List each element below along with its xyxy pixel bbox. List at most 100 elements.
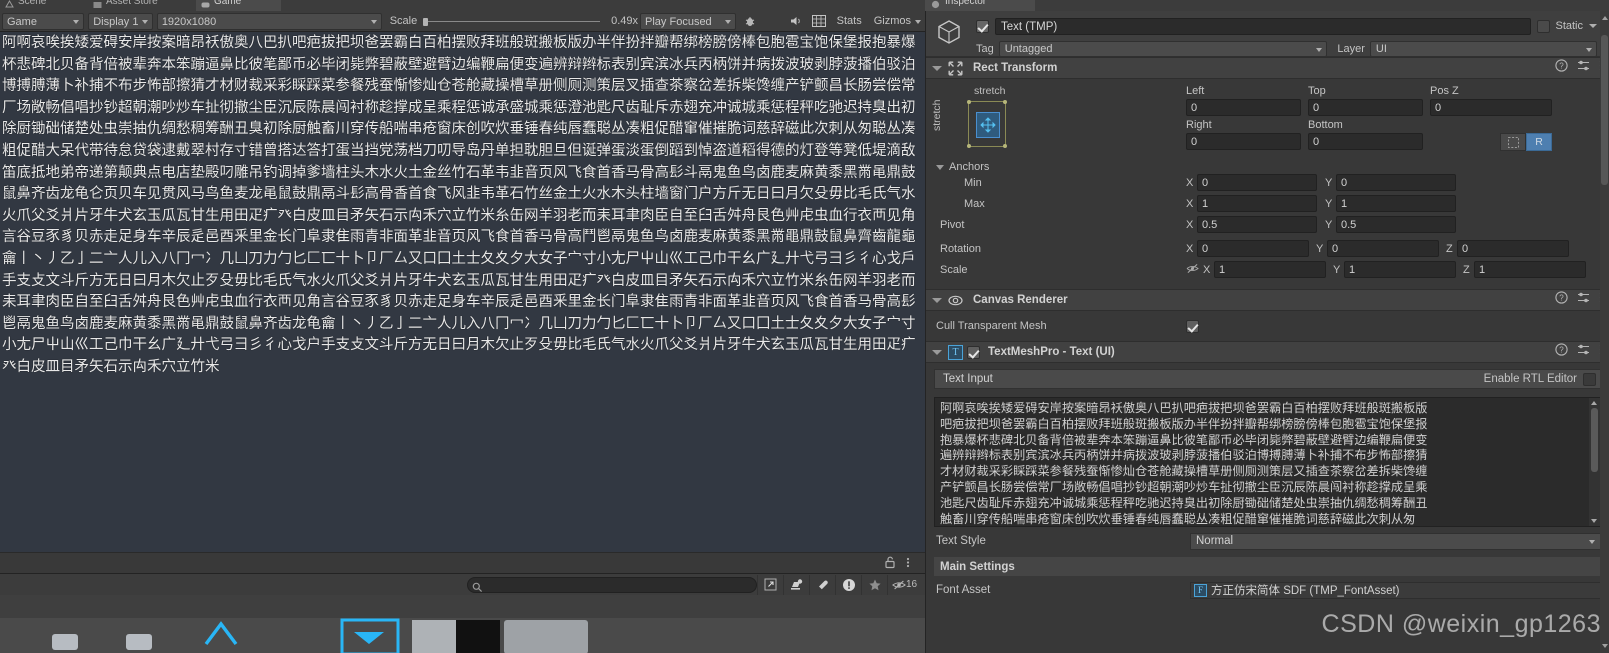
taskbar-item-active-window[interactable] <box>340 618 402 653</box>
font-asset-object-field[interactable]: F 方正仿宋简体 SDF (TMP_FontAsset) <box>1190 581 1601 599</box>
chevron-down-icon <box>1589 539 1595 544</box>
tab-game[interactable]: Game <box>196 0 281 11</box>
anchors-min-label: Min <box>964 176 982 189</box>
info-tag-icon[interactable] <box>809 574 835 595</box>
gameobject-name-field[interactable]: Text (TMP) <box>995 17 1532 35</box>
play-mode-dropdown[interactable]: Play Focused <box>640 12 737 30</box>
help-icon[interactable]: ? <box>1555 343 1568 361</box>
component-header-rect-transform[interactable]: Rect Transform ? <box>926 57 1609 79</box>
preset-icon[interactable] <box>1577 291 1590 309</box>
preset-icon[interactable] <box>1577 343 1590 361</box>
foldout-arrow-icon[interactable] <box>932 65 942 71</box>
component-header-textmeshpro[interactable]: T TextMeshPro - Text (UI) ? <box>926 341 1609 363</box>
text-value-textarea[interactable]: 阿啊哀唉挨矮爱碍安岸按案暗昂袄傲奥八巴扒吧疤拔把坝爸罢霸白百柏摆败拜班般斑搬板版… <box>934 397 1601 527</box>
taskbar-item-1[interactable] <box>48 620 82 653</box>
speaker-icon[interactable] <box>785 13 806 30</box>
search-input[interactable] <box>467 576 757 593</box>
scale-y-input[interactable]: 1 <box>1344 261 1456 278</box>
scroll-up-arrow-icon[interactable] <box>1602 16 1608 20</box>
textarea-scrollbar[interactable] <box>1589 398 1600 526</box>
open-external-icon[interactable] <box>757 574 783 595</box>
favorite-star-icon[interactable] <box>861 574 887 595</box>
scale-slider-group[interactable]: Scale 0.49x <box>390 13 638 30</box>
grid-icon[interactable] <box>809 13 830 30</box>
anchor-preset-box[interactable] <box>967 100 1007 148</box>
taskbar-item-thumb-1[interactable] <box>412 618 500 653</box>
layer-dropdown[interactable]: UI <box>1369 40 1597 57</box>
raw-edit-button[interactable]: R <box>1526 133 1552 151</box>
scale-slider-knob[interactable] <box>423 17 429 26</box>
resolution-dropdown[interactable]: 1920x1080 <box>156 12 382 30</box>
scroll-up-arrow-icon[interactable] <box>1591 401 1597 405</box>
hidden-count-indicator[interactable]: 16 <box>887 574 925 595</box>
anchors-foldout[interactable]: Anchors <box>936 161 1597 173</box>
posz-input[interactable]: 0 <box>1430 99 1552 116</box>
foldout-arrow-icon[interactable] <box>932 297 942 303</box>
rotation-z-input[interactable]: 0 <box>1457 240 1569 257</box>
error-icon[interactable] <box>835 574 861 595</box>
scroll-down-arrow-icon[interactable] <box>1602 644 1608 648</box>
rotation-y-input[interactable]: 0 <box>1327 240 1439 257</box>
left-label: Left <box>1186 85 1205 97</box>
static-group[interactable]: Static <box>1537 19 1597 33</box>
anchor-preset-widget[interactable]: stretch stretch <box>931 85 1186 157</box>
rotation-x-input[interactable]: 0 <box>1197 240 1309 257</box>
help-icon[interactable]: ? <box>1555 59 1568 77</box>
pivot-x-input[interactable]: 0.5 <box>1197 216 1317 233</box>
game-render-canvas[interactable]: 阿啊哀唉挨矮爱碍安岸按案暗昂袄傲奥八巴扒吧疤拔把坝爸罢霸白百柏摆败拜班般斑搬板版… <box>0 32 925 552</box>
game-text-content: 阿啊哀唉挨矮爱碍安岸按案暗昂袄傲奥八巴扒吧疤拔把坝爸罢霸白百柏摆败拜班般斑搬板版… <box>2 35 916 375</box>
anchors-min-x-input[interactable]: 0 <box>1197 174 1317 191</box>
foldout-arrow-icon[interactable] <box>932 349 942 355</box>
chevron-down-icon[interactable] <box>1589 24 1597 28</box>
lock-open-icon[interactable] <box>883 555 899 571</box>
gameobject-enabled-checkbox[interactable] <box>976 19 989 33</box>
blueprint-mode-button[interactable] <box>1500 133 1526 151</box>
bottom-input[interactable]: 0 <box>1308 133 1423 150</box>
rotation-label: Rotation <box>940 242 981 255</box>
component-header-canvas-renderer[interactable]: Canvas Renderer ? <box>926 289 1609 311</box>
scale-z-input[interactable]: 1 <box>1474 261 1586 278</box>
enable-rtl-checkbox[interactable] <box>1583 372 1596 386</box>
static-checkbox[interactable] <box>1537 19 1551 33</box>
textarea-scroll-thumb[interactable] <box>1591 408 1598 472</box>
view-mode-dropdown[interactable]: Game <box>2 12 85 30</box>
anchors-max-y-input[interactable]: 1 <box>1336 195 1456 212</box>
left-input[interactable]: 0 <box>1186 99 1301 116</box>
bug-icon[interactable] <box>739 13 760 30</box>
scroll-down-arrow-icon[interactable] <box>1591 519 1597 523</box>
tab-asset-store[interactable]: Asset Store <box>88 0 196 11</box>
taskbar-item-thumb-2[interactable] <box>504 618 588 653</box>
right-input[interactable]: 0 <box>1186 133 1301 150</box>
stats-button[interactable]: Stats <box>831 13 868 30</box>
text-value-line: 抱暴爆杯悲碑北贝备背倍被辈奔本笨蹦逼鼻比彼笔鄙币必毕闭毙弊碧蔽壁避臂边编鞭扁便变 <box>940 432 1428 447</box>
display-dropdown[interactable]: Display 1 <box>88 12 153 30</box>
kebab-menu-icon[interactable] <box>903 555 919 571</box>
gizmos-button[interactable]: Gizmos <box>868 13 925 30</box>
help-icon[interactable]: ? <box>1555 291 1568 309</box>
cull-transparent-mesh-checkbox[interactable] <box>1186 319 1199 333</box>
taskbar-item-unity[interactable] <box>196 618 246 653</box>
scale-x-input[interactable]: 1 <box>1214 261 1326 278</box>
text-style-dropdown[interactable]: Normal <box>1190 532 1601 550</box>
scale-slider-track[interactable] <box>423 17 601 26</box>
preset-icon[interactable] <box>1577 59 1590 77</box>
tab-asset-store-label: Asset Store <box>106 0 158 7</box>
inspector-scroll-thumb[interactable] <box>1601 35 1608 185</box>
anchors-min-y-input[interactable]: 0 <box>1336 174 1456 191</box>
game-view-toolbar: Game Display 1 1920x1080 Scale 0.49x Pla… <box>0 11 925 32</box>
top-input[interactable]: 0 <box>1308 99 1423 116</box>
pivot-y-input[interactable]: 0.5 <box>1336 216 1456 233</box>
unlink-icon[interactable] <box>1186 261 1199 279</box>
taskbar-item-2[interactable] <box>122 620 156 653</box>
tab-inspector[interactable]: Inspector <box>925 0 1035 11</box>
gameobject-header: Text (TMP) Static Tag Untagged Layer UI <box>926 11 1609 57</box>
anchors-max-x-input[interactable]: 1 <box>1197 195 1317 212</box>
inspector-scrollbar[interactable] <box>1600 11 1609 653</box>
clear-icon[interactable] <box>783 574 809 595</box>
tab-scene[interactable]: Scene <box>0 0 88 11</box>
tmp-enabled-checkbox[interactable] <box>967 345 980 359</box>
component-title: Canvas Renderer <box>973 294 1068 306</box>
scale-label: Scale <box>389 15 418 27</box>
tag-dropdown[interactable]: Untagged <box>998 40 1328 57</box>
anchors-max-label: Max <box>964 197 985 210</box>
